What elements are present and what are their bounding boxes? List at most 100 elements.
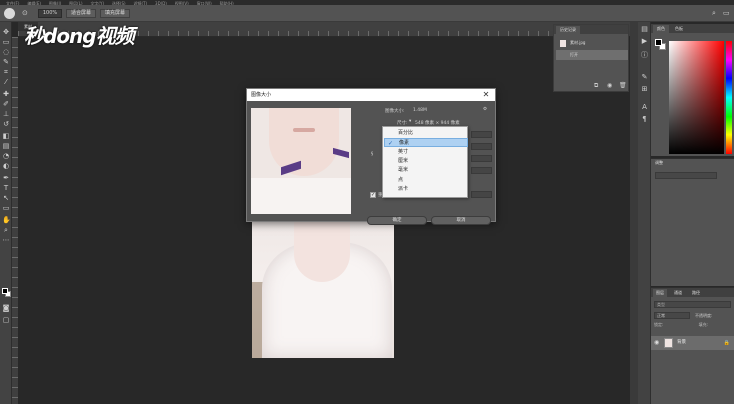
cancel-button[interactable]: 取消 xyxy=(431,216,491,225)
type-tool-icon[interactable]: T xyxy=(2,184,10,192)
layer-row-background[interactable]: ◉ 背景 🔒 xyxy=(651,336,734,350)
history-brush-tool-icon[interactable]: ↺ xyxy=(2,120,10,128)
tab-history[interactable]: 历史记录 xyxy=(556,26,580,34)
panel-dock-separator xyxy=(630,22,638,404)
image-preview[interactable] xyxy=(251,108,351,214)
workspace-icon[interactable]: ▭ xyxy=(723,10,730,17)
character-icon[interactable]: A xyxy=(641,104,648,111)
path-select-tool-icon[interactable]: ↖ xyxy=(2,194,10,202)
move-tool-icon[interactable]: ✥ xyxy=(2,28,10,36)
stamp-tool-icon[interactable]: ⊥ xyxy=(2,110,10,118)
actions-icon[interactable]: ▶ xyxy=(641,38,648,45)
layer-thumbnail xyxy=(664,338,673,348)
photo-neck-shape xyxy=(294,222,350,282)
color-picker-field[interactable] xyxy=(669,41,724,154)
current-tool-icon[interactable] xyxy=(4,8,15,19)
more-tools-icon[interactable]: ⋯ xyxy=(2,236,10,244)
fit-screen-button[interactable]: 适合屏幕 xyxy=(66,9,96,18)
blur-tool-icon[interactable]: ◔ xyxy=(2,152,10,160)
document-image[interactable] xyxy=(252,222,394,358)
close-icon[interactable]: ✕ xyxy=(481,90,491,100)
search-icon[interactable]: ⌕ xyxy=(712,10,719,17)
zoom-input[interactable]: 100% xyxy=(38,9,62,18)
settings-gear-icon[interactable]: ⚙ xyxy=(483,107,487,112)
resample-select[interactable] xyxy=(471,191,492,198)
fill-screen-button[interactable]: 填充屏幕 xyxy=(100,9,130,18)
quick-select-tool-icon[interactable]: ✎ xyxy=(2,58,10,66)
image-size-value: 1.48M xyxy=(413,108,427,113)
tab-layers[interactable]: 图层 xyxy=(653,289,667,297)
history-snapshot-row[interactable]: 素材.jpg xyxy=(556,38,628,48)
foreground-color-swatch[interactable] xyxy=(2,288,8,294)
checkmark-icon: ✓ xyxy=(388,140,394,147)
brush-settings-icon[interactable]: ✎ xyxy=(641,74,648,81)
eraser-tool-icon[interactable]: ◧ xyxy=(2,132,10,140)
unit-option-cm[interactable]: 厘米 xyxy=(384,157,468,166)
hand-icon[interactable]: ⊙ xyxy=(22,10,29,17)
marquee-tool-icon[interactable]: ▭ xyxy=(2,38,10,46)
unit-dropdown-menu: 百分比 ✓ 像素 英寸 厘米 毫米 点 派卡 xyxy=(382,126,468,198)
resample-checkbox[interactable]: ✓ xyxy=(370,192,376,198)
height-unit-select[interactable] xyxy=(471,155,492,162)
link-chain-icon[interactable]: § xyxy=(371,152,373,157)
dodge-tool-icon[interactable]: ◐ xyxy=(2,162,10,170)
hand-tool-icon[interactable]: ✋ xyxy=(2,216,11,224)
screen-mode-icon[interactable]: ▢ xyxy=(2,316,10,324)
width-unit-select[interactable] xyxy=(471,143,492,150)
layers-panel: 图层 通道 路径 类型 正常 不透明度: 锁定: 填充: ◉ 背景 🔒 xyxy=(651,287,734,404)
tab-swatches[interactable]: 色板 xyxy=(671,25,687,33)
lasso-tool-icon[interactable]: ◌ xyxy=(2,48,10,56)
fit-to-select[interactable] xyxy=(471,131,492,138)
hue-slider[interactable] xyxy=(726,41,732,154)
preview-stripe-shape xyxy=(333,147,349,159)
blend-mode-select[interactable]: 正常 xyxy=(654,312,690,319)
dimensions-menu-icon[interactable]: ▾ xyxy=(409,119,411,124)
history-state-open[interactable]: 打开 xyxy=(556,50,628,60)
paragraph-icon[interactable]: ¶ xyxy=(641,116,648,123)
lock-label: 锁定: xyxy=(654,322,664,327)
camera-icon[interactable]: ◉ xyxy=(607,82,612,89)
tab-paths[interactable]: 路径 xyxy=(689,289,703,297)
unit-option-points[interactable]: 点 xyxy=(384,176,468,185)
clone-source-icon[interactable]: ⊞ xyxy=(641,86,648,93)
panel-foreground-swatch[interactable] xyxy=(655,39,662,46)
info-icon[interactable]: ⓘ xyxy=(641,52,648,59)
opacity-label: 不透明度: xyxy=(695,313,713,318)
history-icon[interactable]: ▤ xyxy=(641,26,648,33)
tab-channels[interactable]: 通道 xyxy=(671,289,685,297)
ok-button[interactable]: 确定 xyxy=(367,216,427,225)
visibility-eye-icon[interactable]: ◉ xyxy=(654,339,659,347)
unit-option-pixels[interactable]: ✓ 像素 xyxy=(384,138,468,147)
gradient-tool-icon[interactable]: ▤ xyxy=(2,142,10,150)
lock-row: 锁定: 填充: xyxy=(654,322,731,328)
zoom-tool-icon[interactable]: ⌕ xyxy=(2,226,10,234)
new-document-from-state-icon[interactable]: ⧉ xyxy=(594,82,598,90)
lock-icon: 🔒 xyxy=(723,340,730,346)
pen-tool-icon[interactable]: ✒ xyxy=(2,174,10,182)
preview-collar-shape xyxy=(251,178,351,214)
history-panel-tabs: 历史记录 xyxy=(554,25,628,34)
tab-adjustments[interactable]: 调整 xyxy=(655,159,663,167)
shape-tool-icon[interactable]: ▭ xyxy=(2,204,10,212)
watermark-logo: 秒dong视频 xyxy=(24,24,135,48)
panel-icon-column: ▤ ▶ ⓘ ✎ ⊞ A ¶ xyxy=(638,22,651,404)
healing-tool-icon[interactable]: ✚ xyxy=(2,90,10,98)
trash-icon[interactable]: 🗑 xyxy=(619,82,627,89)
resolution-unit-select[interactable] xyxy=(471,167,492,174)
crop-tool-icon[interactable]: ⌗ xyxy=(2,68,10,76)
unit-option-mm[interactable]: 毫米 xyxy=(384,166,468,175)
layer-name: 背景 xyxy=(677,340,686,345)
preview-face-shape xyxy=(269,108,339,176)
unit-option-picas[interactable]: 派卡 xyxy=(384,185,468,194)
dialog-title: 图像大小 xyxy=(247,89,495,101)
adjustments-row[interactable] xyxy=(655,172,717,179)
unit-option-inches[interactable]: 英寸 xyxy=(384,148,468,157)
unit-option-percent[interactable]: 百分比 xyxy=(384,129,468,138)
history-snapshot-label: 素材.jpg xyxy=(570,40,586,45)
tab-color[interactable]: 颜色 xyxy=(653,25,669,33)
brush-tool-icon[interactable]: ✐ xyxy=(2,100,10,108)
snapshot-thumbnail xyxy=(560,40,566,47)
layer-filter-input[interactable]: 类型 xyxy=(654,301,731,308)
eyedropper-tool-icon[interactable]: ⁄ xyxy=(2,78,10,86)
quick-mask-icon[interactable]: ◙ xyxy=(2,304,10,312)
